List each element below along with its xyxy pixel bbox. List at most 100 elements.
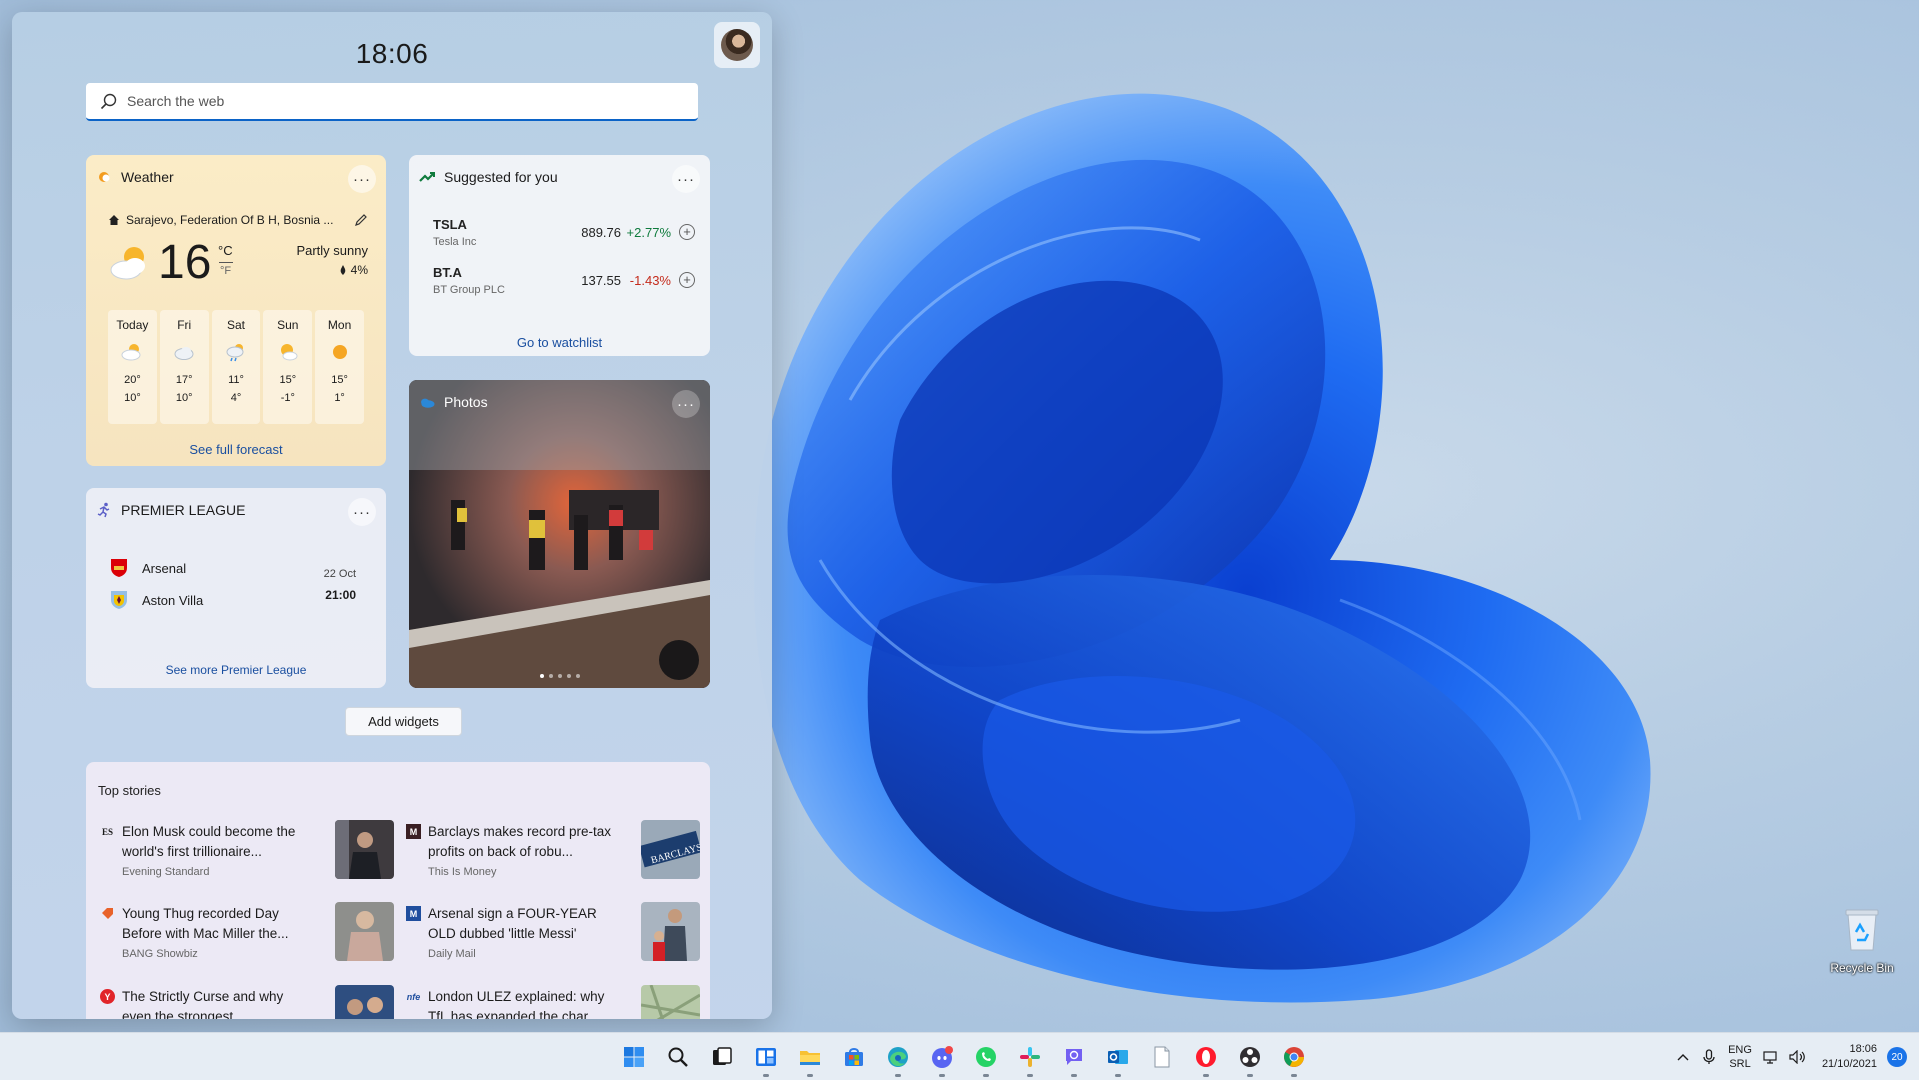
home-team[interactable]: Arsenal bbox=[110, 558, 186, 578]
photos-more-button[interactable]: ··· bbox=[672, 390, 700, 418]
go-to-watchlist-link[interactable]: Go to watchlist bbox=[409, 335, 710, 350]
widgets-icon bbox=[756, 1048, 776, 1066]
add-widgets-button[interactable]: Add widgets bbox=[345, 707, 462, 736]
volume-button[interactable] bbox=[1784, 1033, 1810, 1080]
whatsapp-icon bbox=[976, 1047, 996, 1067]
chrome-button[interactable] bbox=[1272, 1035, 1316, 1079]
edge-button[interactable] bbox=[876, 1035, 920, 1079]
recycle-bin[interactable]: Recycle Bin bbox=[1817, 906, 1907, 975]
forecast-days: Today 20° 10° Fri 17° 10° Sat 11° 4° Sun… bbox=[108, 310, 364, 424]
add-to-watchlist-button[interactable]: + bbox=[679, 224, 695, 240]
viber-icon bbox=[1066, 1049, 1082, 1065]
away-team[interactable]: Aston Villa bbox=[110, 590, 203, 610]
outlook-button[interactable] bbox=[1096, 1035, 1140, 1079]
stocks-widget[interactable]: Suggested for you ··· TSLA Tesla Inc 889… bbox=[409, 155, 710, 356]
chrome-icon bbox=[1284, 1047, 1304, 1067]
forecast-day[interactable]: Mon 15° 1° bbox=[315, 310, 364, 424]
stock-name: BT Group PLC bbox=[433, 284, 505, 296]
photos-widget[interactable]: Photos ··· bbox=[409, 380, 710, 688]
microphone-button[interactable] bbox=[1696, 1033, 1722, 1080]
account-button[interactable] bbox=[714, 22, 760, 68]
forecast-day[interactable]: Sun 15° -1° bbox=[263, 310, 313, 424]
task-view-icon bbox=[713, 1047, 732, 1065]
celsius-toggle[interactable]: °C bbox=[218, 243, 233, 258]
network-button[interactable] bbox=[1758, 1033, 1784, 1080]
task-view-button[interactable] bbox=[700, 1035, 744, 1079]
stocks-header: Suggested for you ··· bbox=[419, 165, 700, 193]
story-thumbnail bbox=[641, 902, 700, 961]
raindrop-icon bbox=[340, 265, 345, 275]
weather-more-button[interactable]: ··· bbox=[348, 165, 376, 193]
file-explorer-button[interactable] bbox=[788, 1035, 832, 1079]
forecast-day[interactable]: Sat 11° 4° bbox=[211, 310, 261, 424]
story-headline: London ULEZ explained: why TfL has expan… bbox=[428, 989, 605, 1019]
recycle-bin-label: Recycle Bin bbox=[1830, 961, 1894, 975]
story-thumbnail: BARCLAYS bbox=[641, 820, 700, 879]
edit-location-icon[interactable] bbox=[354, 213, 368, 227]
opera-icon bbox=[1196, 1047, 1216, 1067]
news-story[interactable]: M Barclays makes record pre-tax profits … bbox=[404, 820, 700, 892]
discord-button[interactable] bbox=[920, 1035, 964, 1079]
notification-badge[interactable]: 20 bbox=[1887, 1047, 1907, 1067]
forecast-day[interactable]: Fri 17° 10° bbox=[159, 310, 209, 424]
stock-row[interactable]: TSLA Tesla Inc 889.76 +2.77% + bbox=[433, 217, 695, 257]
taskbar-search-button[interactable] bbox=[656, 1035, 700, 1079]
stocks-more-button[interactable]: ··· bbox=[672, 165, 700, 193]
partly-sunny-icon bbox=[110, 247, 145, 280]
top-stories-section: Top stories ES Elon Musk could become th… bbox=[86, 762, 710, 1019]
location-text: Sarajevo, Federation Of B H, Bosnia ... bbox=[126, 213, 334, 227]
fahrenheit-toggle[interactable]: °F bbox=[220, 265, 231, 277]
start-button[interactable] bbox=[612, 1035, 656, 1079]
input-language[interactable]: ENG SRL bbox=[1728, 1043, 1752, 1071]
show-hidden-icons-button[interactable] bbox=[1670, 1033, 1696, 1080]
arsenal-crest-icon bbox=[111, 559, 127, 577]
premier-league-widget[interactable]: PREMIER LEAGUE ··· Arsenal Aston Villa 2… bbox=[86, 488, 386, 688]
forecast-low: 4° bbox=[230, 392, 242, 404]
forecast-day[interactable]: Today 20° 10° bbox=[108, 310, 157, 424]
daily-mail-logo: M bbox=[406, 906, 421, 921]
league-more-button[interactable]: ··· bbox=[348, 498, 376, 526]
weather-widget[interactable]: Weather ··· Sarajevo, Federation Of B H,… bbox=[86, 155, 386, 466]
add-to-watchlist-button[interactable]: + bbox=[679, 272, 695, 288]
precipitation-value: 4% bbox=[350, 263, 368, 277]
widgets-button[interactable] bbox=[744, 1035, 788, 1079]
unit-separator bbox=[219, 262, 233, 263]
news-story[interactable]: M Arsenal sign a FOUR-YEAR OLD dubbed 'l… bbox=[404, 902, 700, 974]
see-full-forecast-link[interactable]: See full forecast bbox=[86, 442, 386, 457]
news-story[interactable]: ES Elon Musk could become the world's fi… bbox=[98, 820, 394, 892]
slack-button[interactable] bbox=[1008, 1035, 1052, 1079]
search-input[interactable] bbox=[127, 93, 687, 109]
stock-row[interactable]: BT.A BT Group PLC 137.55 -1.43% + bbox=[433, 265, 695, 305]
sunny-icon bbox=[332, 345, 347, 359]
news-story[interactable]: Y The Strictly Curse and why even the st… bbox=[98, 985, 394, 1019]
source-logo: nfe bbox=[406, 991, 421, 1002]
stocks-title: Suggested for you bbox=[444, 169, 558, 185]
search-icon bbox=[100, 93, 117, 109]
stock-price: 137.55 bbox=[581, 273, 621, 288]
weather-condition: Partly sunny bbox=[296, 243, 368, 258]
forecast-low: -1° bbox=[280, 392, 295, 404]
news-story[interactable]: Young Thug recorded Day Before with Mac … bbox=[98, 902, 394, 974]
running-person-icon bbox=[96, 502, 112, 518]
forecast-high: 20° bbox=[124, 374, 141, 386]
see-more-premier-league-link[interactable]: See more Premier League bbox=[86, 663, 386, 677]
taskbar-apps bbox=[612, 1033, 1316, 1080]
rain-icon bbox=[226, 344, 244, 362]
photo-pager[interactable] bbox=[409, 674, 710, 678]
story-source: This Is Money bbox=[428, 866, 497, 878]
news-story[interactable]: nfe London ULEZ explained: why TfL has e… bbox=[404, 985, 700, 1019]
forecast-day-label: Mon bbox=[327, 318, 352, 332]
notepad-button[interactable] bbox=[1140, 1035, 1184, 1079]
web-search-box[interactable] bbox=[86, 83, 698, 121]
current-temperature: 16 bbox=[158, 236, 212, 289]
whatsapp-button[interactable] bbox=[964, 1035, 1008, 1079]
taskbar-clock[interactable]: 18:06 21/10/2021 bbox=[1822, 1042, 1877, 1072]
bang-showbiz-logo bbox=[100, 906, 115, 921]
obs-button[interactable] bbox=[1228, 1035, 1272, 1079]
opera-button[interactable] bbox=[1184, 1035, 1228, 1079]
chevron-up-icon bbox=[1677, 1054, 1689, 1061]
story-source: BANG Showbiz bbox=[122, 948, 198, 960]
store-button[interactable] bbox=[832, 1035, 876, 1079]
viber-button[interactable] bbox=[1052, 1035, 1096, 1079]
weather-header: Weather ··· bbox=[96, 165, 376, 193]
